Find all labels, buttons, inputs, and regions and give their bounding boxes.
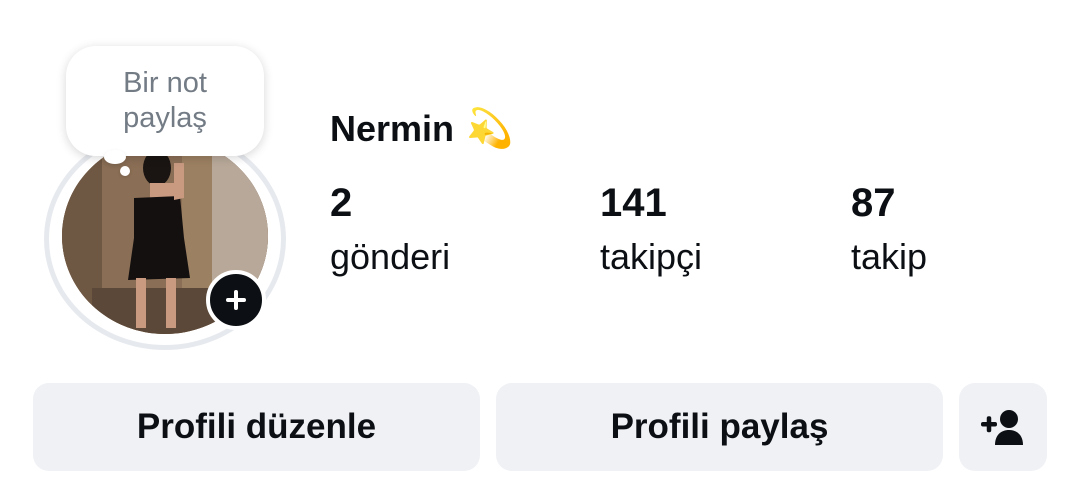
share-profile-label: Profili paylaş <box>610 407 829 446</box>
add-friend-button[interactable] <box>959 383 1047 471</box>
posts-count: 2 <box>330 181 353 225</box>
note-bubble[interactable]: Bir not paylaş <box>66 46 264 156</box>
person-add-icon <box>981 410 1023 445</box>
profile-name-text: Nermin <box>330 108 455 149</box>
following-label: takip <box>851 236 928 277</box>
plus-icon <box>226 290 246 310</box>
edit-profile-label: Profili düzenle <box>136 407 377 446</box>
stat-posts: 2 gönderi <box>330 178 450 282</box>
note-bubble-tail <box>104 150 126 164</box>
following-count: 87 <box>851 181 896 225</box>
followers-count: 141 <box>600 181 667 225</box>
stat-following[interactable]: 87 takip <box>851 178 927 282</box>
followers-label: takipçi <box>600 236 703 277</box>
share-profile-button[interactable]: Profili paylaş <box>496 383 943 471</box>
profile-name: Nermin 💫 <box>330 104 513 154</box>
note-bubble-tail-dot <box>120 166 130 176</box>
edit-profile-button[interactable]: Profili düzenle <box>33 383 480 471</box>
stat-followers[interactable]: 141 takipçi <box>600 178 702 282</box>
posts-label: gönderi <box>330 236 451 277</box>
dizzy-emoji-icon: 💫 <box>466 108 514 150</box>
add-story-button[interactable] <box>206 270 266 330</box>
note-text: Bir not paylaş <box>123 67 207 134</box>
